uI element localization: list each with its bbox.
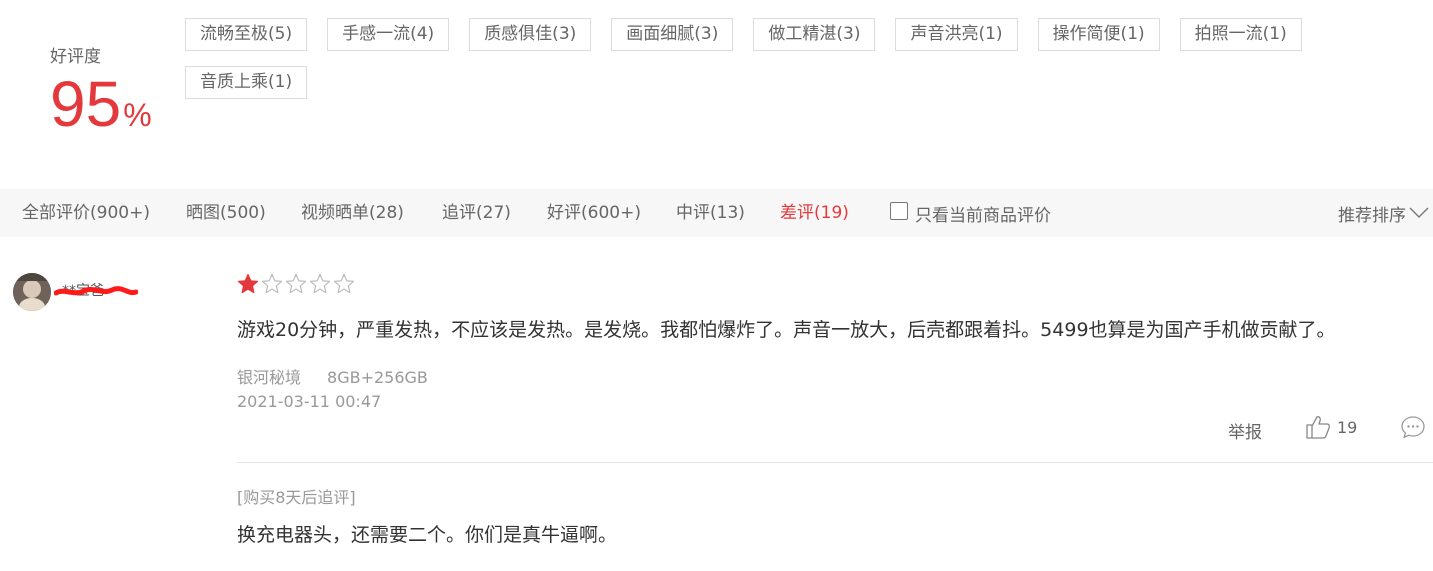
follow-up-label: [购买8天后追评]: [237, 488, 356, 507]
star-empty-icon: [285, 273, 307, 294]
comment-icon: [1401, 416, 1425, 439]
star-filled-icon: [237, 273, 259, 294]
sort-dropdown[interactable]: 推荐排序: [1338, 189, 1429, 237]
review-tag[interactable]: 流畅至极(5): [185, 18, 308, 51]
divider: [237, 462, 1433, 463]
review-filter-bar: 全部评价(900+) 晒图(500) 视频晒单(28) 追评(27) 好评(60…: [0, 189, 1433, 237]
tab-negative-reviews[interactable]: 差评(19): [780, 189, 849, 237]
follow-up-content: 换充电器头，还需要二个。你们是真牛逼啊。: [237, 524, 618, 546]
redaction-mark: [54, 286, 138, 296]
review-date: 2021-03-11 00:47: [237, 392, 382, 411]
tab-positive-reviews[interactable]: 好评(600+): [547, 189, 641, 237]
rating-summary: 好评度 95% 流畅至极(5) 手感一流(4) 质感俱佳(3) 画面细腻(3) …: [0, 0, 1433, 190]
star-empty-icon: [333, 273, 355, 294]
review-tag[interactable]: 声音洪亮(1): [895, 18, 1018, 51]
review-tag[interactable]: 手感一流(4): [327, 18, 450, 51]
rating-stars: [237, 273, 355, 295]
star-empty-icon: [309, 273, 331, 294]
tab-video-reviews[interactable]: 视频晒单(28): [301, 189, 404, 237]
only-current-product-toggle[interactable]: 只看当前商品评价: [890, 189, 1051, 237]
positive-rate-value: 95: [50, 68, 122, 140]
avatar[interactable]: [13, 273, 51, 311]
like-button[interactable]: 19: [1305, 414, 1357, 440]
positive-rate-unit: %: [123, 97, 152, 133]
product-spec: 8GB+256GB: [327, 368, 428, 387]
chevron-down-icon: [1409, 207, 1429, 218]
product-color: 银河秘境: [237, 368, 302, 387]
avatar-image: [13, 273, 51, 311]
report-button[interactable]: 举报: [1228, 418, 1262, 443]
checkbox-icon[interactable]: [890, 202, 908, 220]
tab-photo-reviews[interactable]: 晒图(500): [186, 189, 266, 237]
tab-all-reviews[interactable]: 全部评价(900+): [22, 189, 150, 237]
only-current-product-label: 只看当前商品评价: [915, 205, 1051, 226]
like-count: 19: [1337, 417, 1358, 437]
comment-button[interactable]: [1400, 414, 1426, 444]
review-tag[interactable]: 音质上乘(1): [185, 66, 308, 99]
thumbs-up-icon: [1306, 416, 1331, 439]
positive-rate: 95%: [50, 64, 152, 144]
review-tag[interactable]: 质感俱佳(3): [469, 18, 592, 51]
star-empty-icon: [261, 273, 283, 294]
review-tag[interactable]: 画面细腻(3): [611, 18, 734, 51]
review-tag-list: 流畅至极(5) 手感一流(4) 质感俱佳(3) 画面细腻(3) 做工精湛(3) …: [185, 18, 1365, 99]
tab-follow-up-reviews[interactable]: 追评(27): [442, 189, 511, 237]
review-tag[interactable]: 拍照一流(1): [1179, 18, 1302, 51]
review-content: 游戏20分钟，严重发热，不应该是发热。是发烧。我都怕爆炸了。声音一放大，后壳都跟…: [237, 319, 1336, 341]
review-tag[interactable]: 操作简便(1): [1037, 18, 1160, 51]
sort-label: 推荐排序: [1338, 205, 1406, 226]
review-tag[interactable]: 做工精湛(3): [753, 18, 876, 51]
tab-neutral-reviews[interactable]: 中评(13): [676, 189, 745, 237]
product-variant: 银河秘境 8GB+256GB: [237, 364, 428, 388]
